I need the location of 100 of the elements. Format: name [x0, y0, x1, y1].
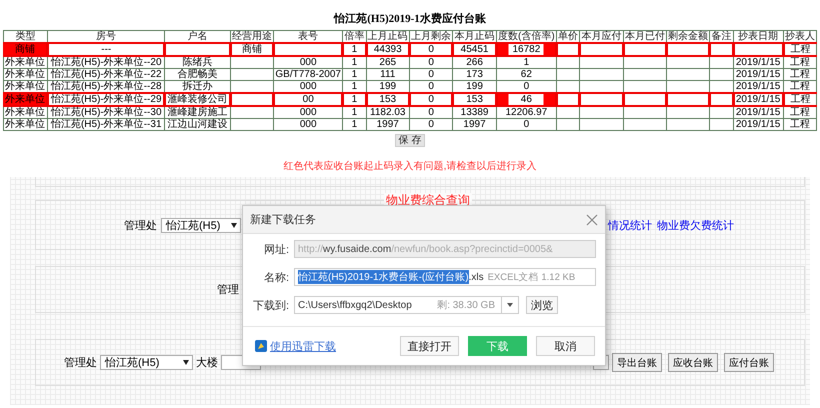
table-cell: 工程: [783, 68, 816, 80]
table-cell: 0: [409, 118, 453, 130]
table-cell: 62: [496, 68, 556, 80]
save-button[interactable]: 保 存: [394, 134, 426, 147]
table-cell: 怡江苑(H5)-外来单位--29: [48, 93, 165, 106]
table-cell: 合肥畅美: [164, 68, 230, 80]
table-cell: 怡江苑(H5)-外来单位--22: [48, 68, 165, 80]
field-label: 名称:: [262, 270, 289, 284]
table-cell: 2019/1/15: [733, 80, 784, 93]
table-cell: 工程: [783, 118, 816, 130]
building-label: 大楼: [196, 356, 218, 370]
caret-icon: [231, 222, 237, 228]
column-header: 房号: [48, 30, 165, 43]
table-cell: 陈绪兵: [164, 56, 230, 68]
table-cell: 外来单位: [4, 56, 48, 68]
table-cell: 0: [409, 68, 453, 80]
table-cell: 商铺: [4, 43, 48, 56]
close-icon[interactable]: [585, 212, 599, 226]
column-header: 剩余金额: [666, 30, 710, 43]
table-cell: 1: [496, 56, 556, 68]
table-cell: 000: [274, 56, 343, 68]
table-cell: 工程: [783, 106, 816, 118]
table-cell: 111: [366, 68, 410, 80]
table-cell: 0: [409, 93, 453, 106]
table-cell: 1: [342, 68, 366, 80]
table-cell: 2019/1/15: [733, 118, 784, 130]
column-header: 上月止码: [366, 30, 410, 43]
column-header: 抄表人: [783, 30, 816, 43]
column-header: 户名: [164, 30, 230, 43]
table-cell: 000: [274, 106, 343, 118]
warning-note: 红色代表应收台账起止码录入有问题,请检查以后进行录入: [284, 161, 536, 173]
field-label: 下载到:: [252, 298, 289, 312]
table-cell: 2019/1/15: [733, 93, 784, 106]
table-cell: 外来单位: [4, 118, 48, 130]
page-title: 怡江苑(H5)2019-1水费应付台账: [334, 13, 486, 25]
column-header: 上月剩余: [409, 30, 453, 43]
table-cell: 2019/1/15: [733, 56, 784, 68]
table-cell: 16782: [496, 43, 556, 56]
table-cell: 000: [274, 118, 343, 130]
table-cell: 00: [274, 93, 343, 106]
caret-icon: [507, 303, 513, 307]
column-header: 抄表日期: [733, 30, 784, 43]
table-cell: 1997: [366, 118, 410, 130]
table-cell: 13389: [452, 106, 496, 118]
column-header: 单价: [556, 30, 580, 43]
table-cell: 怡江苑(H5)-外来单位--31: [48, 118, 165, 130]
table-cell: 怡江苑(H5)-外来单位--28: [48, 80, 165, 93]
column-header: 本月止码: [452, 30, 496, 43]
report-link[interactable]: 物业费欠费统计: [657, 218, 734, 232]
table-cell: 工程: [783, 93, 816, 106]
table-cell: 工程: [783, 56, 816, 68]
table-cell: 2019/1/15: [733, 68, 784, 80]
table-cell: 江边山河建设: [164, 118, 230, 130]
column-header: 经营用途: [230, 30, 274, 43]
name-field[interactable]: 怡江苑(H5)2019-1水费台账-(应付台账).xls EXCEL文档 1.12 KB: [294, 268, 596, 286]
table-cell: 265: [366, 56, 410, 68]
caret-icon: [183, 360, 189, 365]
table-cell: 1997: [452, 118, 496, 130]
table-cell: 266: [452, 56, 496, 68]
folder-field[interactable]: C:\Users\ffbxgq2\Desktop 剩: 38.30 GB: [294, 296, 519, 314]
browse-button[interactable]: 浏览: [526, 296, 558, 314]
column-header: 本月应付: [580, 30, 624, 43]
ledger-button[interactable]: 应收台账: [668, 353, 718, 372]
table-cell: ---: [48, 43, 165, 56]
table-cell: 工程: [783, 43, 816, 56]
table-cell: 0: [409, 56, 453, 68]
table-cell: 44393: [366, 43, 410, 56]
table-cell: 外来单位: [4, 68, 48, 80]
dialog-button[interactable]: 直接打开: [400, 336, 459, 356]
ledger-button[interactable]: 应付台账: [724, 353, 774, 372]
table-cell: 0: [409, 106, 453, 118]
table-cell: 173: [452, 68, 496, 80]
table-cell: 商铺: [230, 43, 274, 56]
table-cell: 怡江苑(H5)-外来单位--30: [48, 106, 165, 118]
office-label: 管理处: [124, 218, 157, 232]
table-cell: 0: [496, 118, 556, 130]
table-cell: 0: [409, 43, 453, 56]
dialog-button[interactable]: 取消: [536, 336, 595, 356]
table-cell: 12206.97: [496, 106, 556, 118]
table-cell: 滙峰装修公司: [164, 93, 230, 106]
report-link[interactable]: 情况统计: [608, 218, 652, 232]
office-label: 管理处: [64, 356, 97, 370]
table-cell: 1: [342, 118, 366, 130]
field-label: 网址:: [262, 242, 289, 256]
office-label: 管理: [217, 283, 239, 297]
column-header: 倍率: [342, 30, 366, 43]
url-field[interactable]: http://wy.fusaide.com/newfun/book.asp?precinctid=0005&: [294, 240, 596, 258]
dropdown[interactable]: 怡江苑(H5): [100, 355, 193, 370]
thunder-download-link[interactable]: 使用迅雷下载: [270, 338, 336, 354]
table-cell: 1: [342, 56, 366, 68]
table-cell: 滙峰建房施工: [164, 106, 230, 118]
table-cell: 1182.03: [366, 106, 410, 118]
column-header: 表号: [274, 30, 343, 43]
column-header: 备注: [710, 30, 734, 43]
table-cell: 怡江苑(H5)-外来单位--20: [48, 56, 165, 68]
table-cell: GB/T778-2007: [274, 68, 343, 80]
table-cell: 153: [366, 93, 410, 106]
ledger-button[interactable]: 导出台账: [612, 353, 662, 372]
table-cell: 46: [496, 93, 556, 106]
dropdown[interactable]: 怡江苑(H5): [161, 218, 241, 232]
